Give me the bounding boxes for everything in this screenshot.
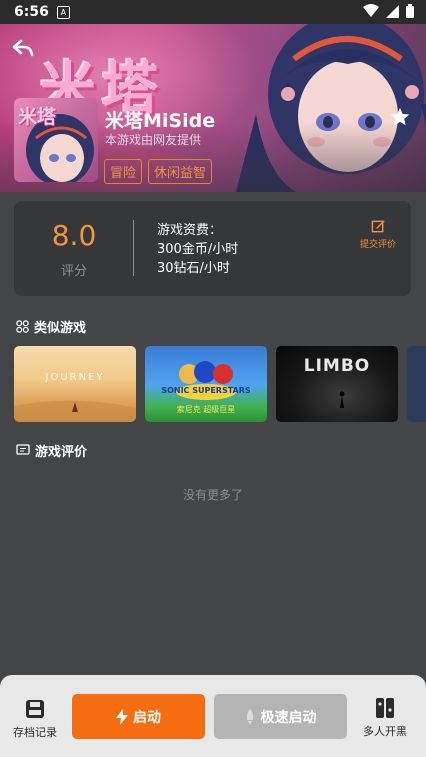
game-title: 米塔MiSide xyxy=(105,110,216,132)
fee-info: 游戏资费： 300金币/小时 30钻石/小时 xyxy=(157,221,238,278)
fee-gold: 300金币/小时 xyxy=(157,242,239,257)
sonic-title: SONIC SUPERSTARS xyxy=(161,386,251,395)
rating-label: 评分 xyxy=(60,264,87,279)
status-bar: 6:56 A xyxy=(0,0,426,24)
notification-a-icon: A xyxy=(56,5,70,19)
status-icons xyxy=(363,4,414,18)
similar-games-list: JOURNEY SONIC SUPERSTARS 索尼克 超级巨星 LIMBO xyxy=(14,346,426,422)
reviews-header: 游戏评价 xyxy=(16,441,87,460)
back-arrow-icon[interactable] xyxy=(12,38,34,58)
cover-title: 米塔 xyxy=(18,106,57,128)
provided-by-text: 本游戏由网友提供 xyxy=(105,133,202,147)
similar-games-header: 类似游戏 xyxy=(16,317,86,336)
multiplayer-button[interactable]: 多人开黑 xyxy=(350,697,420,739)
rocket-icon xyxy=(246,708,253,725)
game-cover: 米塔 xyxy=(14,98,98,182)
rating-card: 8.0 评分 游戏资费： 300金币/小时 30钻石/小时 提交评价 xyxy=(14,201,411,296)
launch-button[interactable]: 启动 xyxy=(72,694,205,739)
rating-score: 8.0 xyxy=(51,219,97,252)
fast-launch-label: 极速启动 xyxy=(260,709,317,726)
similar-game-sonic[interactable]: SONIC SUPERSTARS 索尼克 超级巨星 xyxy=(145,346,267,422)
fee-title: 游戏资费： xyxy=(157,223,223,238)
submit-review-label: 提交评价 xyxy=(359,240,396,250)
sonic-subtitle: 索尼克 超级巨星 xyxy=(176,405,236,414)
similar-game-next[interactable] xyxy=(407,346,426,422)
submit-review-button[interactable]: 提交评价 xyxy=(357,219,399,250)
battery-icon xyxy=(406,4,414,18)
save-records-label: 存档记录 xyxy=(13,726,57,739)
limbo-boy-figure xyxy=(339,391,345,408)
grid-icon xyxy=(16,320,29,333)
rating-divider xyxy=(133,220,134,276)
similar-games-title: 类似游戏 xyxy=(34,321,87,336)
comment-icon xyxy=(16,444,30,455)
tag-casual-puzzle[interactable]: 休闲益智 xyxy=(148,159,213,184)
favorite-star-icon[interactable] xyxy=(389,106,411,128)
edit-icon xyxy=(371,220,385,233)
tag-adventure[interactable]: 冒险 xyxy=(104,159,143,184)
similar-game-limbo[interactable]: LIMBO xyxy=(276,346,398,422)
lightning-icon xyxy=(116,708,128,725)
gamepad-icon xyxy=(376,698,394,718)
fee-diamond: 30钻石/小时 xyxy=(157,261,230,276)
save-records-button[interactable]: 存档记录 xyxy=(0,699,70,740)
no-more-text: 没有更多了 xyxy=(182,488,243,502)
fast-launch-button[interactable]: 极速启动 xyxy=(214,694,347,739)
signal-icon xyxy=(386,4,399,18)
wifi-icon xyxy=(363,4,379,17)
launch-label: 启动 xyxy=(133,709,161,726)
clock: 6:56 xyxy=(14,4,49,20)
multiplayer-label: 多人开黑 xyxy=(363,725,407,738)
reviews-title: 游戏评价 xyxy=(35,445,88,460)
journey-figure xyxy=(14,400,136,422)
similar-game-journey[interactable]: JOURNEY xyxy=(14,346,136,422)
bottom-action-bar: 存档记录 启动 极速启动 多人开黑 xyxy=(0,675,426,757)
tag-list: 冒险 休闲益智 xyxy=(104,159,213,184)
save-box-icon xyxy=(26,700,44,718)
